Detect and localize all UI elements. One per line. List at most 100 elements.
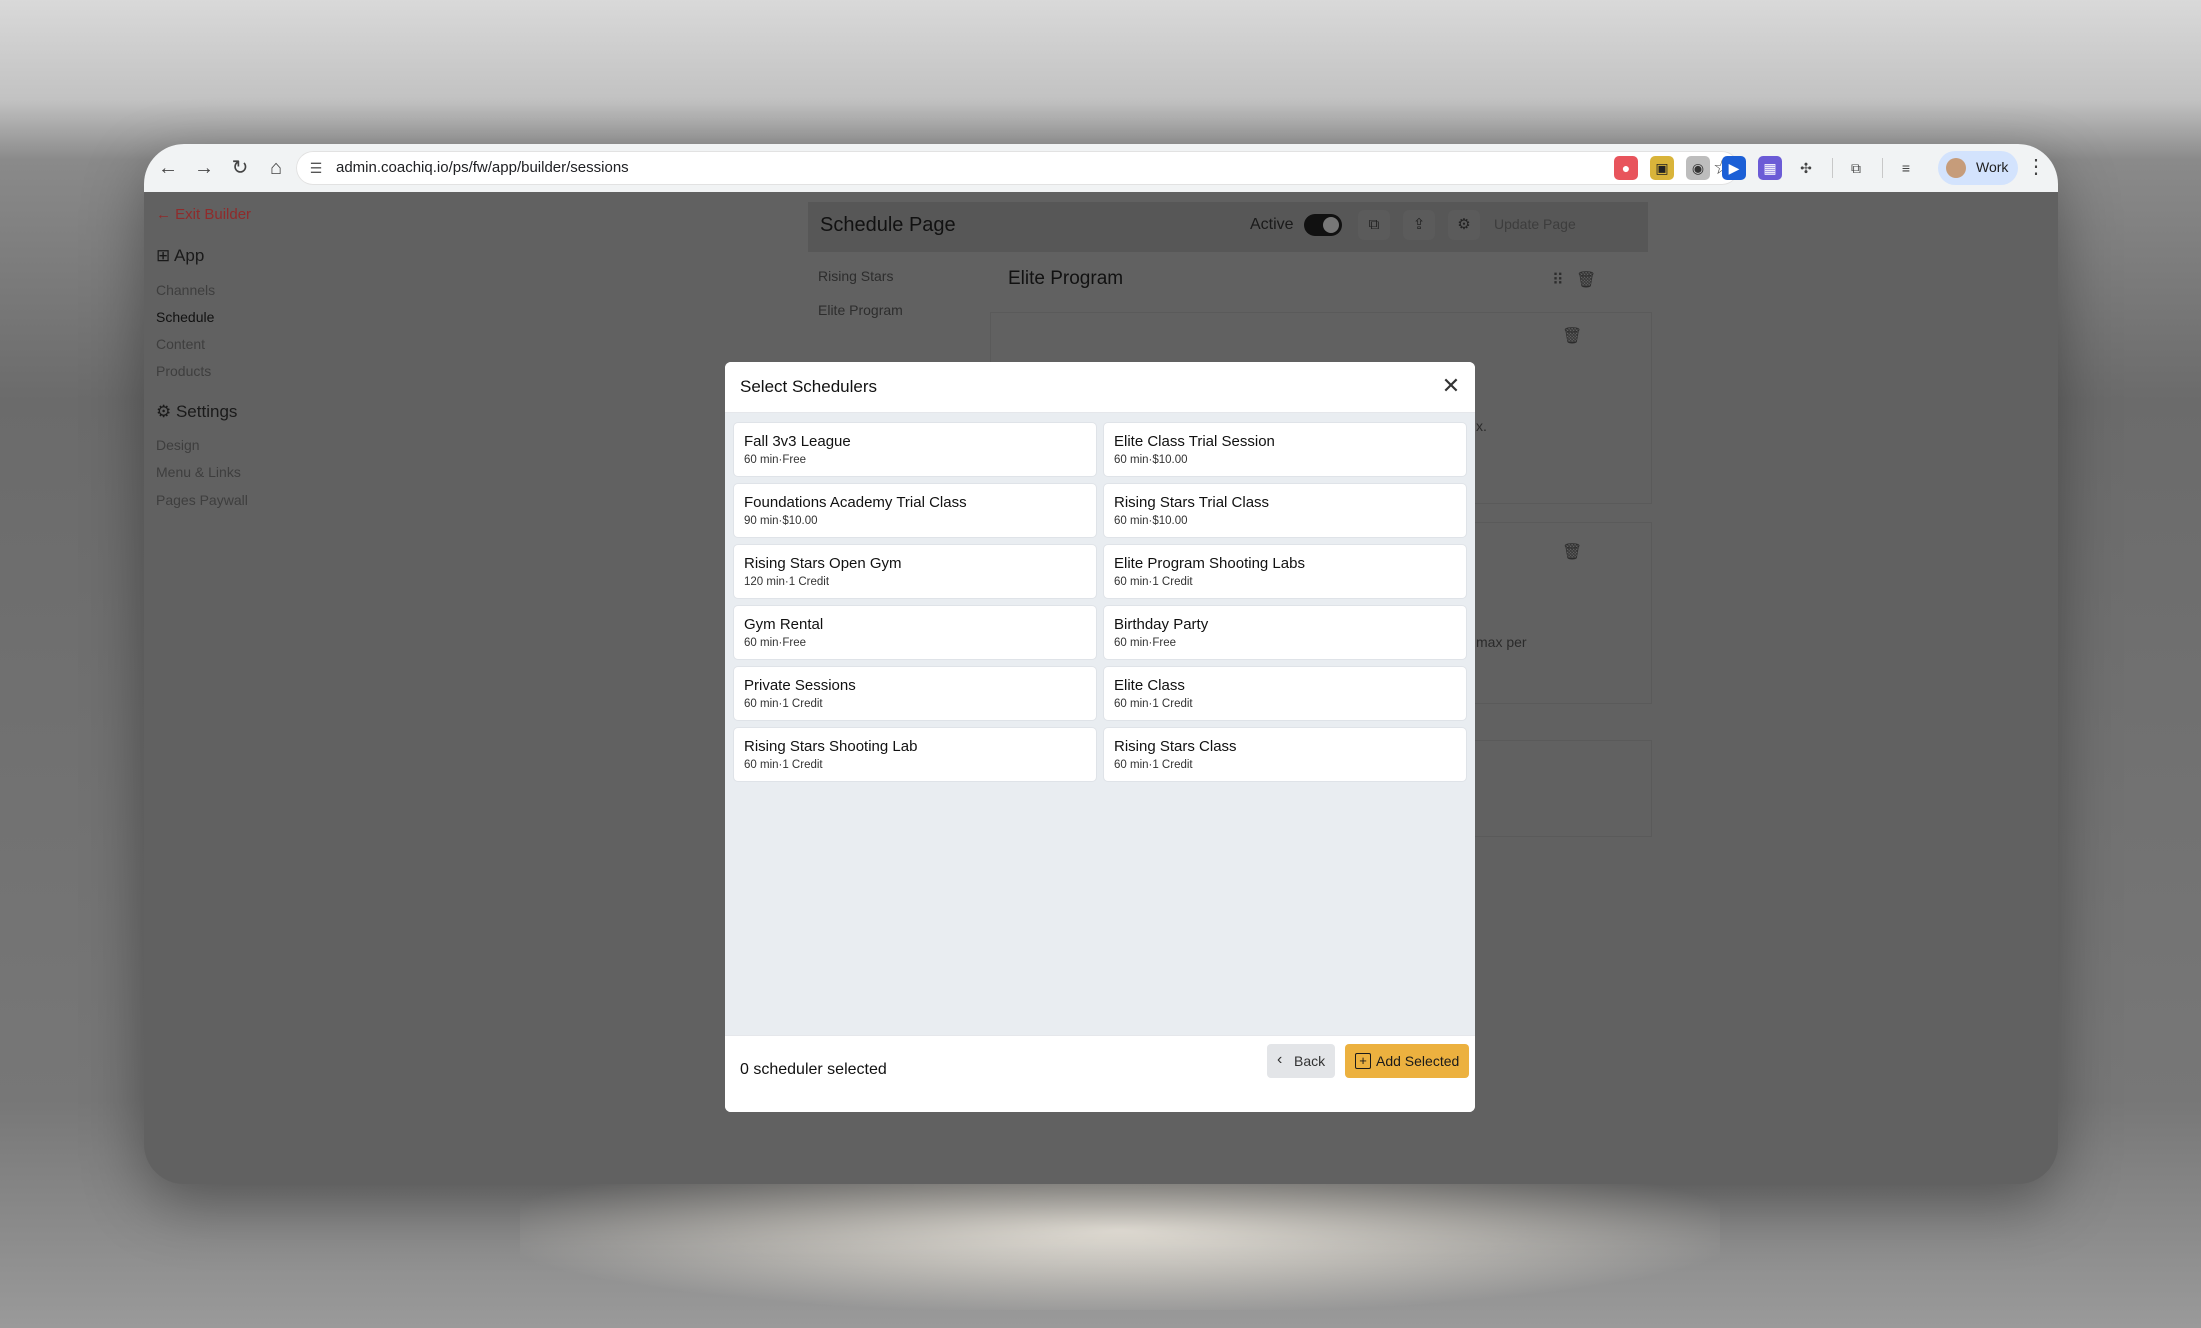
scheduler-item[interactable]: Foundations Academy Trial Class 90 min·$… (734, 484, 1096, 537)
scheduler-item[interactable]: Rising Stars Open Gym 120 min·1 Credit (734, 545, 1096, 598)
modal-footer: 0 scheduler selected ‹ Back + Add Select… (725, 1035, 1475, 1112)
app-section-heading: ⊞ App (156, 246, 205, 265)
profile-label: Work (1976, 159, 2009, 175)
scheduler-item[interactable]: Elite Class Trial Session 60 min·$10.00 (1104, 423, 1466, 476)
copy-icon[interactable]: ⧉ (1358, 210, 1390, 240)
plus-square-icon: + (1355, 1053, 1371, 1069)
close-icon[interactable]: ✕ (1437, 372, 1465, 400)
scheduler-meta: 60 min·$10.00 (1114, 515, 1188, 527)
selected-count: 0 scheduler selected (740, 1061, 887, 1078)
tab-search-icon[interactable]: ⧉ (1844, 156, 1868, 180)
scheduler-item[interactable]: Rising Stars Class 60 min·1 Credit (1104, 728, 1466, 781)
sidebar-item-design[interactable]: Design (156, 437, 200, 453)
address-bar[interactable]: ☰ admin.coachiq.io/ps/fw/app/builder/ses… (296, 151, 1739, 185)
scheduler-meta: 60 min·1 Credit (744, 698, 823, 710)
scheduler-meta: 60 min·1 Credit (744, 759, 823, 771)
toolbar-divider (1882, 158, 1883, 178)
puzzle-extensions-icon[interactable]: ✣ (1794, 156, 1818, 180)
grid-extension-icon[interactable]: ▦ (1758, 156, 1782, 180)
sliders-icon: ⚙ (156, 402, 176, 421)
arrow-left-icon: ← (156, 206, 176, 223)
drag-handle-icon[interactable]: ⠿ (1552, 270, 1564, 290)
sidebar-item-pages-paywall[interactable]: Pages Paywall (156, 492, 248, 508)
scheduler-item[interactable]: Gym Rental 60 min·Free (734, 606, 1096, 659)
cursor-extension-icon[interactable]: ▶ (1722, 156, 1746, 180)
settings-section-heading: ⚙ Settings (156, 402, 238, 421)
share-icon[interactable]: ⇪ (1403, 210, 1435, 240)
tab-elite-program[interactable]: Elite Program (818, 302, 903, 318)
modal-header: Select Schedulers ✕ (725, 362, 1475, 413)
home-icon[interactable]: ⌂ (262, 154, 290, 182)
profile-button[interactable]: Work (1938, 151, 2018, 185)
scheduler-title: Private Sessions (744, 677, 856, 694)
scheduler-meta: 120 min·1 Credit (744, 576, 830, 588)
avatar (1946, 158, 1966, 178)
active-label: Active (1250, 216, 1294, 233)
sidebar-item-menu-links[interactable]: Menu & Links (156, 464, 241, 480)
scheduler-meta: 60 min·1 Credit (1114, 576, 1193, 588)
scheduler-item[interactable]: Private Sessions 60 min·1 Credit (734, 667, 1096, 720)
card-text-fragment: max per (1476, 634, 1527, 650)
scheduler-title: Fall 3v3 League (744, 433, 851, 450)
scheduler-meta: 60 min·1 Credit (1114, 698, 1193, 710)
scheduler-title: Elite Class (1114, 677, 1185, 694)
gear-icon[interactable]: ⚙ (1448, 210, 1480, 240)
scheduler-item[interactable]: Elite Class 60 min·1 Credit (1104, 667, 1466, 720)
trash-icon[interactable]: 🗑 (1562, 542, 1582, 562)
apps-grid-icon: ⊞ (156, 246, 175, 265)
sidebar-item-content[interactable]: Content (156, 336, 205, 352)
scheduler-item[interactable]: Rising Stars Shooting Lab 60 min·1 Credi… (734, 728, 1096, 781)
back-arrow-icon[interactable]: ← (154, 154, 182, 182)
back-button[interactable]: ‹ Back (1267, 1044, 1335, 1078)
scheduler-title: Elite Program Shooting Labs (1114, 555, 1305, 572)
builder-page: ← Exit Builder ⊞ App Channels Schedule C… (144, 192, 2058, 1184)
browser-window: ← → ↻ ⌂ ☰ admin.coachiq.io/ps/fw/app/bui… (144, 144, 2058, 1184)
scheduler-meta: 90 min·$10.00 (744, 515, 818, 527)
exit-builder-link[interactable]: ← Exit Builder (156, 206, 251, 223)
site-info-icon[interactable]: ☰ (306, 158, 326, 178)
scheduler-item[interactable]: Elite Program Shooting Labs 60 min·1 Cre… (1104, 545, 1466, 598)
browser-toolbar: ← → ↻ ⌂ ☰ admin.coachiq.io/ps/fw/app/bui… (144, 144, 2058, 193)
card-text-fragment: x. (1476, 418, 1487, 434)
forward-arrow-icon[interactable]: → (190, 154, 218, 182)
active-toggle[interactable] (1304, 214, 1342, 236)
asana-extension-icon[interactable]: ● (1614, 156, 1638, 180)
add-selected-button[interactable]: + Add Selected (1345, 1044, 1469, 1078)
back-button-label: Back (1294, 1053, 1326, 1069)
scheduler-title: Rising Stars Class (1114, 738, 1237, 755)
sidebar-item-products[interactable]: Products (156, 363, 211, 379)
tab-rising-stars[interactable]: Rising Stars (818, 268, 893, 284)
select-schedulers-modal: Select Schedulers ✕ Fall 3v3 League 60 m… (725, 362, 1475, 1112)
scheduler-title: Rising Stars Shooting Lab (744, 738, 918, 755)
scheduler-title: Birthday Party (1114, 616, 1209, 633)
modal-title: Select Schedulers (740, 377, 878, 396)
trash-icon[interactable]: 🗑 (1562, 326, 1582, 346)
scheduler-item[interactable]: Fall 3v3 League 60 min·Free (734, 423, 1096, 476)
media-control-icon[interactable]: ≡ (1894, 156, 1918, 180)
scheduler-item[interactable]: Birthday Party 60 min·Free (1104, 606, 1466, 659)
scheduler-item[interactable]: Rising Stars Trial Class 60 min·$10.00 (1104, 484, 1466, 537)
chevron-left-icon: ‹ (1277, 1051, 1283, 1068)
sidebar-item-schedule[interactable]: Schedule (156, 309, 214, 325)
camera-extension-icon[interactable]: ◉ (1686, 156, 1710, 180)
add-selected-label: Add Selected (1376, 1053, 1460, 1069)
kebab-menu-icon[interactable]: ⋮ (2026, 154, 2046, 179)
page-title: Schedule Page (820, 214, 956, 236)
reload-icon[interactable]: ↻ (226, 154, 254, 182)
scheduler-title: Gym Rental (744, 616, 824, 633)
trash-icon[interactable]: 🗑 (1576, 270, 1596, 290)
sidebar-item-channels[interactable]: Channels (156, 282, 215, 298)
scheduler-meta: 60 min·$10.00 (1114, 454, 1188, 466)
scheduler-title: Elite Class Trial Session (1114, 433, 1275, 450)
scheduler-meta: 60 min·Free (744, 454, 806, 466)
program-title: Elite Program (1008, 268, 1124, 289)
scheduler-meta: 60 min·Free (744, 637, 806, 649)
update-page-button[interactable]: Update Page (1494, 216, 1576, 232)
scheduler-meta: 60 min·Free (1114, 637, 1176, 649)
url-text[interactable]: admin.coachiq.io/ps/fw/app/builder/sessi… (336, 159, 629, 176)
scheduler-title: Rising Stars Trial Class (1114, 494, 1270, 511)
tag-extension-icon[interactable]: ▣ (1650, 156, 1674, 180)
scheduler-title: Rising Stars Open Gym (744, 555, 902, 572)
scheduler-meta: 60 min·1 Credit (1114, 759, 1193, 771)
scheduler-title: Foundations Academy Trial Class (744, 494, 967, 511)
